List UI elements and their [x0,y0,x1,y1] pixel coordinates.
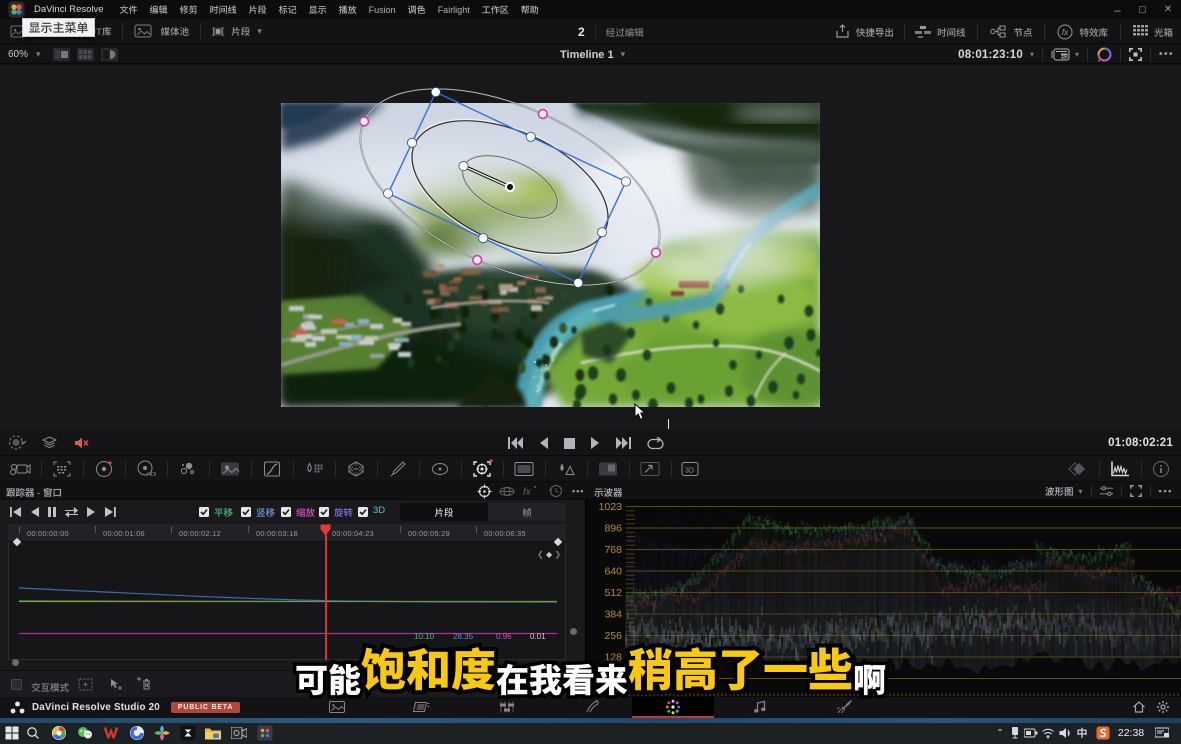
svg-text:HDR: HDR [147,472,156,478]
svg-text:fx: fx [523,487,532,497]
svg-text:640: 640 [604,566,622,578]
svg-text:768: 768 [604,544,622,556]
svg-text:896: 896 [604,523,622,535]
svg-text:1023: 1023 [599,501,623,513]
svg-text:3D: 3D [685,468,694,475]
svg-text:HQ: HQ [1061,54,1068,59]
svg-text:fx: fx [1062,28,1069,37]
svg-text:512: 512 [604,587,622,599]
svg-text:384: 384 [604,609,622,621]
